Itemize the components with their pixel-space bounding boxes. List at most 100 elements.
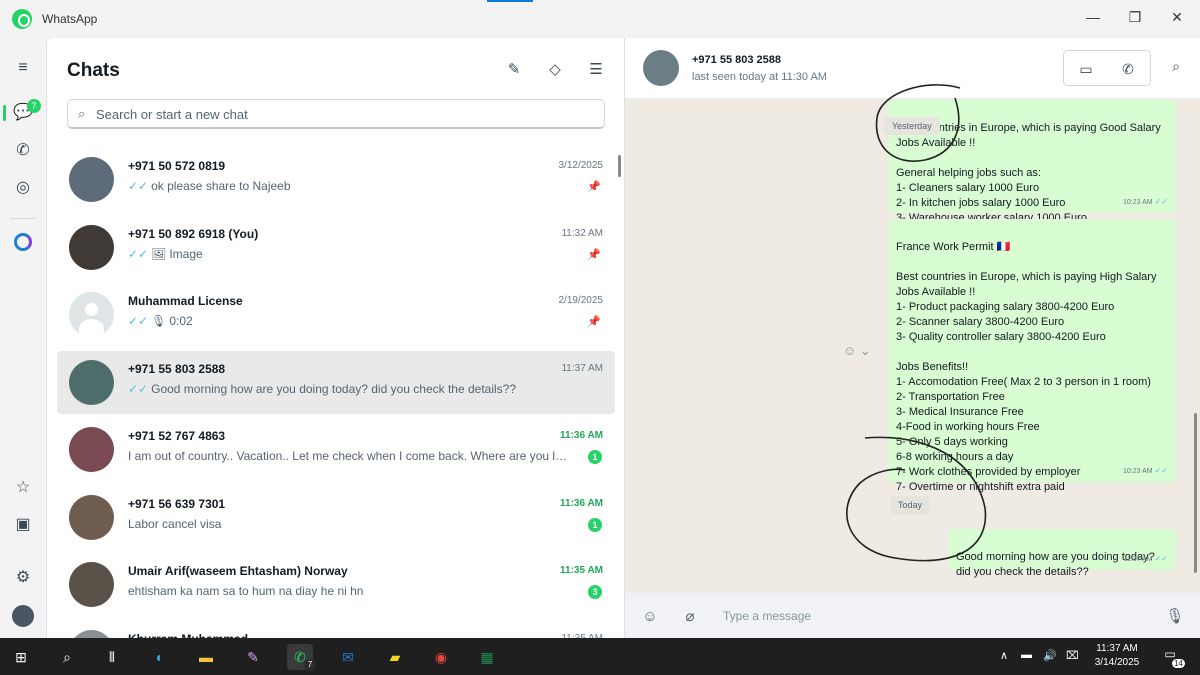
chat-list-panel: Chats ✎ ◇ ☰ ⌕ +971 50 572 0819✓✓ok pleas…	[46, 38, 625, 638]
chat-preview: ✓✓ 🖼 Image	[128, 247, 568, 261]
contact-avatar[interactable]	[643, 50, 679, 86]
battery-icon[interactable]: ⌧	[1066, 649, 1079, 662]
chat-avatar[interactable]	[69, 494, 114, 540]
status-icon[interactable]: ◎	[13, 178, 33, 198]
clock-time: 11:37 AM	[1096, 643, 1138, 654]
taskbar-badge: 7	[304, 659, 316, 671]
chat-name: Muhammad License	[128, 294, 243, 308]
chat-list-item[interactable]: Umair Arif(waseem Ehtasham) Norway ehtish…	[57, 553, 615, 616]
task-view-icon[interactable]: ⫴	[99, 644, 125, 670]
chat-list-item[interactable]: +971 56 639 7301 Labor cancel visa 11:36 A…	[57, 486, 615, 549]
app-title: WhatsApp	[42, 12, 98, 26]
starred-icon[interactable]: ☆	[13, 478, 33, 498]
minimize-icon[interactable]: —	[1082, 8, 1104, 26]
chat-avatar[interactable]	[69, 359, 114, 405]
windows-start-icon[interactable]: ⊞	[8, 644, 34, 670]
close-icon[interactable]: ✕	[1166, 8, 1188, 26]
message-meta: 10:23 AM ✓✓	[1123, 194, 1168, 210]
chat-preview: I am out of country.. Vacation.. Let me …	[128, 449, 568, 463]
chat-list-item[interactable]: +971 55 803 2588 ✓✓ Good morning how are y…	[57, 350, 615, 414]
search-box[interactable]: ⌕	[67, 99, 605, 129]
labels-icon[interactable]: ◇	[545, 60, 565, 80]
read-receipt-icon: ✓✓	[128, 314, 149, 328]
chat-list-item[interactable]: +971 50 892 6918 (You) ✓✓ 🖼 Image 11:32 AM 📌	[57, 216, 615, 279]
read-receipt-icon: ✓✓	[1154, 554, 1168, 563]
video-call-icon[interactable]: ▭	[1076, 59, 1096, 79]
chat-avatar[interactable]	[69, 629, 114, 638]
sticky-notes-icon-glyph: ▰	[389, 649, 401, 665]
message-time: 10:23 AM	[1123, 199, 1153, 206]
message-bubble[interactable]: Good morning how are you doing today? di…	[948, 529, 1176, 578]
edge-icon[interactable]: ◐	[147, 644, 173, 670]
chat-avatar[interactable]	[69, 562, 114, 607]
new-chat-icon[interactable]: ✎	[504, 60, 524, 80]
paint-icon[interactable]: ✎	[240, 644, 266, 670]
chat-list-item[interactable]: Muhammad License ✓✓ 🎙 0:02 2/19/2025 📌	[57, 283, 615, 346]
emoji-icon[interactable]: ☺	[640, 607, 660, 627]
search-icon[interactable]: ⌕	[54, 644, 80, 670]
notification-icon[interactable]: ▭ 14	[1159, 647, 1185, 668]
pin-icon: 📌	[587, 181, 601, 193]
title-bar: WhatsApp — ❐ ✕	[0, 0, 1200, 38]
network-icon[interactable]: ▬	[1021, 649, 1032, 661]
rail-divider	[10, 218, 36, 219]
sticky-notes-icon[interactable]: ▰	[382, 644, 408, 670]
menu-icon[interactable]: ≡	[13, 58, 33, 78]
paint-icon-glyph: ✎	[247, 649, 259, 665]
message-input[interactable]	[723, 606, 1153, 626]
outlook-icon[interactable]: ✉	[335, 644, 361, 670]
file-explorer-icon-glyph: ▬	[199, 649, 213, 665]
message-time: 10:23 AM	[1123, 468, 1153, 475]
profile-avatar[interactable]	[12, 605, 34, 627]
chat-preview-text: Good morning how are you doing today? di…	[151, 381, 517, 396]
chat-list-item[interactable]: +971 50 572 0819 ✓✓ ok please share to Naj…	[57, 148, 615, 211]
chat-list-item[interactable]: Khurram Muhammad11:35 AM	[57, 621, 615, 638]
search-input[interactable]	[96, 105, 586, 123]
message-bubble[interactable]: France Work Permit 🇫🇷 Best countries in …	[888, 219, 1176, 493]
meta-ai-icon[interactable]	[14, 233, 32, 251]
chat-list-item[interactable]: +971 52 767 4863 I am out of country.. Va…	[57, 418, 615, 481]
system-clock[interactable]: 11:37 AM 3/14/2025	[1085, 642, 1149, 670]
react-emoji-icon[interactable]: ☺ ⌄	[843, 343, 871, 359]
show-hidden-icons-icon[interactable]: ∧	[1000, 649, 1008, 662]
archive-icon[interactable]: ▣	[13, 515, 33, 535]
search-icon[interactable]: ⌕	[1166, 58, 1186, 78]
filter-icon[interactable]: ☰	[586, 60, 606, 80]
restore-icon[interactable]: ❐	[1124, 8, 1146, 26]
contact-name[interactable]: +971 55 803 2588	[692, 54, 781, 66]
chat-time: 11:36 AM	[560, 497, 603, 509]
voice-call-icon[interactable]: ✆	[1118, 59, 1138, 79]
chrome-icon[interactable]: ◉	[428, 644, 454, 670]
scrollbar[interactable]	[618, 155, 621, 177]
excel-icon-glyph: ▦	[480, 649, 494, 665]
volume-icon[interactable]: 🔊	[1043, 649, 1057, 662]
mic-icon[interactable]: 🎙	[1165, 607, 1185, 627]
clock-date: 3/14/2025	[1094, 657, 1140, 668]
message-text: France Work Permit 🇫🇷 Best countries in …	[896, 241, 1157, 493]
conversation-header[interactable]: +971 55 803 2588 last seen today at 11:3…	[625, 38, 1200, 99]
chat-name: +971 55 803 2588	[128, 361, 226, 376]
excel-icon[interactable]: ▦	[474, 644, 500, 670]
navigation-rail: ≡ 💬 7 ✆ ◎ ☆ ▣ ⚙	[0, 38, 46, 638]
file-explorer-icon[interactable]: ▬	[193, 644, 219, 670]
chat-avatar[interactable]	[69, 427, 114, 472]
calls-icon[interactable]: ✆	[13, 141, 33, 161]
scrollbar[interactable]	[1194, 413, 1197, 573]
settings-icon[interactable]: ⚙	[13, 568, 33, 588]
pin-icon: 📌	[587, 248, 601, 261]
read-receipt-icon: ✓✓	[1154, 197, 1168, 206]
chat-avatar[interactable]	[69, 224, 114, 270]
outlook-icon-glyph: ✉	[342, 649, 354, 665]
whatsapp-icon[interactable]: ✆ 7	[287, 644, 316, 671]
chat-time: 2/19/2025	[558, 295, 604, 306]
chat-preview: ✓✓ ok please share to Najeeb	[128, 179, 568, 193]
contact-status: last seen today at 11:30 AM	[692, 71, 827, 83]
chat-preview: ✓✓ Good morning how are you doing today? …	[128, 382, 568, 396]
chat-avatar[interactable]	[69, 157, 114, 202]
chat-avatar[interactable]	[69, 292, 114, 337]
attach-icon[interactable]: ⌀	[680, 607, 700, 627]
chat-preview-text: I am out of country.. Vacation.. Let me …	[128, 449, 568, 463]
read-receipt-icon: ✓✓	[1154, 466, 1168, 475]
task-view-icon-glyph: ⫴	[109, 649, 115, 665]
image-icon: 🖼	[151, 246, 167, 261]
